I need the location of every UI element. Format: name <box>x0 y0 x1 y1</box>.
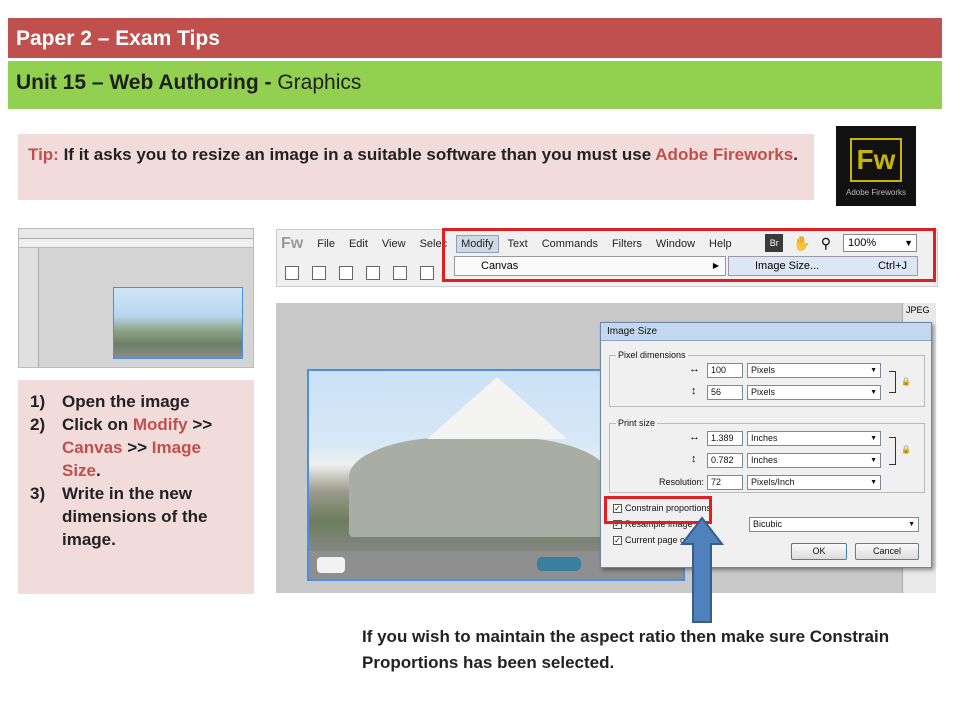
export-icon[interactable] <box>393 266 407 280</box>
print-width-unit-select[interactable]: Inches <box>747 431 881 446</box>
steps-box: 1) Open the image 2) Click on Modify >> Can… <box>18 380 254 594</box>
photo-blue-car <box>537 557 581 571</box>
save-icon[interactable] <box>312 266 326 280</box>
thumbnail-photo <box>113 287 243 359</box>
image-size-dialog: Image Size Pixel dimensions ↔ 100 Pixels… <box>600 322 932 568</box>
dialog-title: Image Size <box>601 323 931 341</box>
exam-tips-header: Paper 2 – Exam Tips <box>8 18 942 58</box>
print-height-unit-select[interactable]: Inches <box>747 453 881 468</box>
step-text: Open the image <box>62 390 190 413</box>
thumbnail-menubar <box>19 229 253 239</box>
unit-header-bold: Unit 15 – Web Authoring - <box>16 71 272 94</box>
step-text: Click on Modify >> Canvas >> Image Size. <box>62 413 244 482</box>
step-text-part: Open the image <box>62 392 190 411</box>
fireworks-mark: Fw <box>850 138 902 182</box>
step-text-part: >> <box>187 415 213 434</box>
resolution-field[interactable]: 72 <box>707 475 743 490</box>
aspect-ratio-caption: If you wish to maintain the aspect ratio… <box>362 627 890 672</box>
print-height-field[interactable]: 0.782 <box>707 453 743 468</box>
resample-method-select[interactable]: Bicubic <box>749 517 919 532</box>
resolution-unit-select[interactable]: Pixels/Inch <box>747 475 881 490</box>
tip-end: . <box>793 145 798 164</box>
height-arrow-icon: ↕ <box>691 385 697 397</box>
step-text-part: >> <box>122 438 152 457</box>
tip-software: Adobe Fireworks <box>655 145 794 164</box>
unit-header-normal: Graphics <box>271 71 362 94</box>
step-text-part: Click on <box>62 415 133 434</box>
thumbnail-toolpanel <box>19 248 39 367</box>
up-arrow-icon <box>680 516 724 623</box>
photo-tent-roof <box>427 377 567 439</box>
pixel-link-bracket <box>889 371 896 393</box>
step-item: 2) Click on Modify >> Canvas >> Image Siz… <box>30 413 244 482</box>
print-link-bracket <box>889 437 896 465</box>
step-item: 1) Open the image <box>30 390 244 413</box>
pixel-height-unit-select[interactable]: Pixels <box>747 385 881 400</box>
fireworks-caption: Adobe Fireworks <box>845 188 907 197</box>
menu-item-view[interactable]: View <box>382 238 406 250</box>
step-text: Write in the new dimensions of the image… <box>62 482 244 551</box>
current-page-check-icon: ✓ <box>613 535 622 545</box>
menu-item-file[interactable]: File <box>317 238 335 250</box>
photo-white-car <box>317 557 345 573</box>
side-panel-label: JPEG <box>906 305 930 315</box>
step-number: 2) <box>30 415 46 434</box>
step-number: 3) <box>30 484 46 503</box>
menubar-fw-logo: Fw <box>281 235 304 252</box>
tip-text: If it asks you to resize an image in a s… <box>58 145 656 164</box>
step-highlight: Modify <box>132 415 188 434</box>
step-highlight: Canvas <box>62 438 123 457</box>
width-arrow-icon: ↔ <box>689 363 700 375</box>
thumbnail-toolbar <box>19 239 253 248</box>
pixel-lock-icon: 🔒 <box>901 377 911 386</box>
resolution-label: Resolution: <box>659 477 705 487</box>
toolbar-icons <box>277 260 447 286</box>
menu-highlight-box <box>442 228 936 282</box>
tip-box: Tip: If it asks you to resize an image i… <box>18 134 814 200</box>
pixel-dimensions-label: Pixel dimensions <box>616 350 688 360</box>
tip-label: Tip: <box>28 145 59 164</box>
step-item: 3) Write in the new dimensions of the ima… <box>30 482 244 551</box>
print-size-label: Print size <box>616 418 658 428</box>
fireworks-logo: Fw Adobe Fireworks <box>836 126 916 206</box>
cancel-button[interactable]: Cancel <box>855 543 919 560</box>
print-icon[interactable] <box>420 266 434 280</box>
import-icon[interactable] <box>366 266 380 280</box>
print-width-arrow-icon: ↔ <box>689 431 700 443</box>
step-number: 1) <box>30 392 46 411</box>
open-icon[interactable] <box>339 266 353 280</box>
print-width-field[interactable]: 1.389 <box>707 431 743 446</box>
print-lock-icon: 🔒 <box>901 445 911 454</box>
pixel-width-field[interactable]: 100 <box>707 363 743 378</box>
print-height-arrow-icon: ↕ <box>691 453 697 465</box>
unit-header: Unit 15 – Web Authoring - Graphics <box>8 61 942 109</box>
step-text-part: Write in the new dimensions of the image… <box>62 484 208 549</box>
pixel-width-unit-select[interactable]: Pixels <box>747 363 881 378</box>
pixel-height-field[interactable]: 56 <box>707 385 743 400</box>
menu-item-edit[interactable]: Edit <box>349 238 368 250</box>
ok-button[interactable]: OK <box>791 543 847 560</box>
step-text-part: . <box>96 461 101 480</box>
app-screenshot-thumbnail <box>18 228 254 368</box>
new-file-icon[interactable] <box>285 266 299 280</box>
photo-building <box>349 437 609 537</box>
